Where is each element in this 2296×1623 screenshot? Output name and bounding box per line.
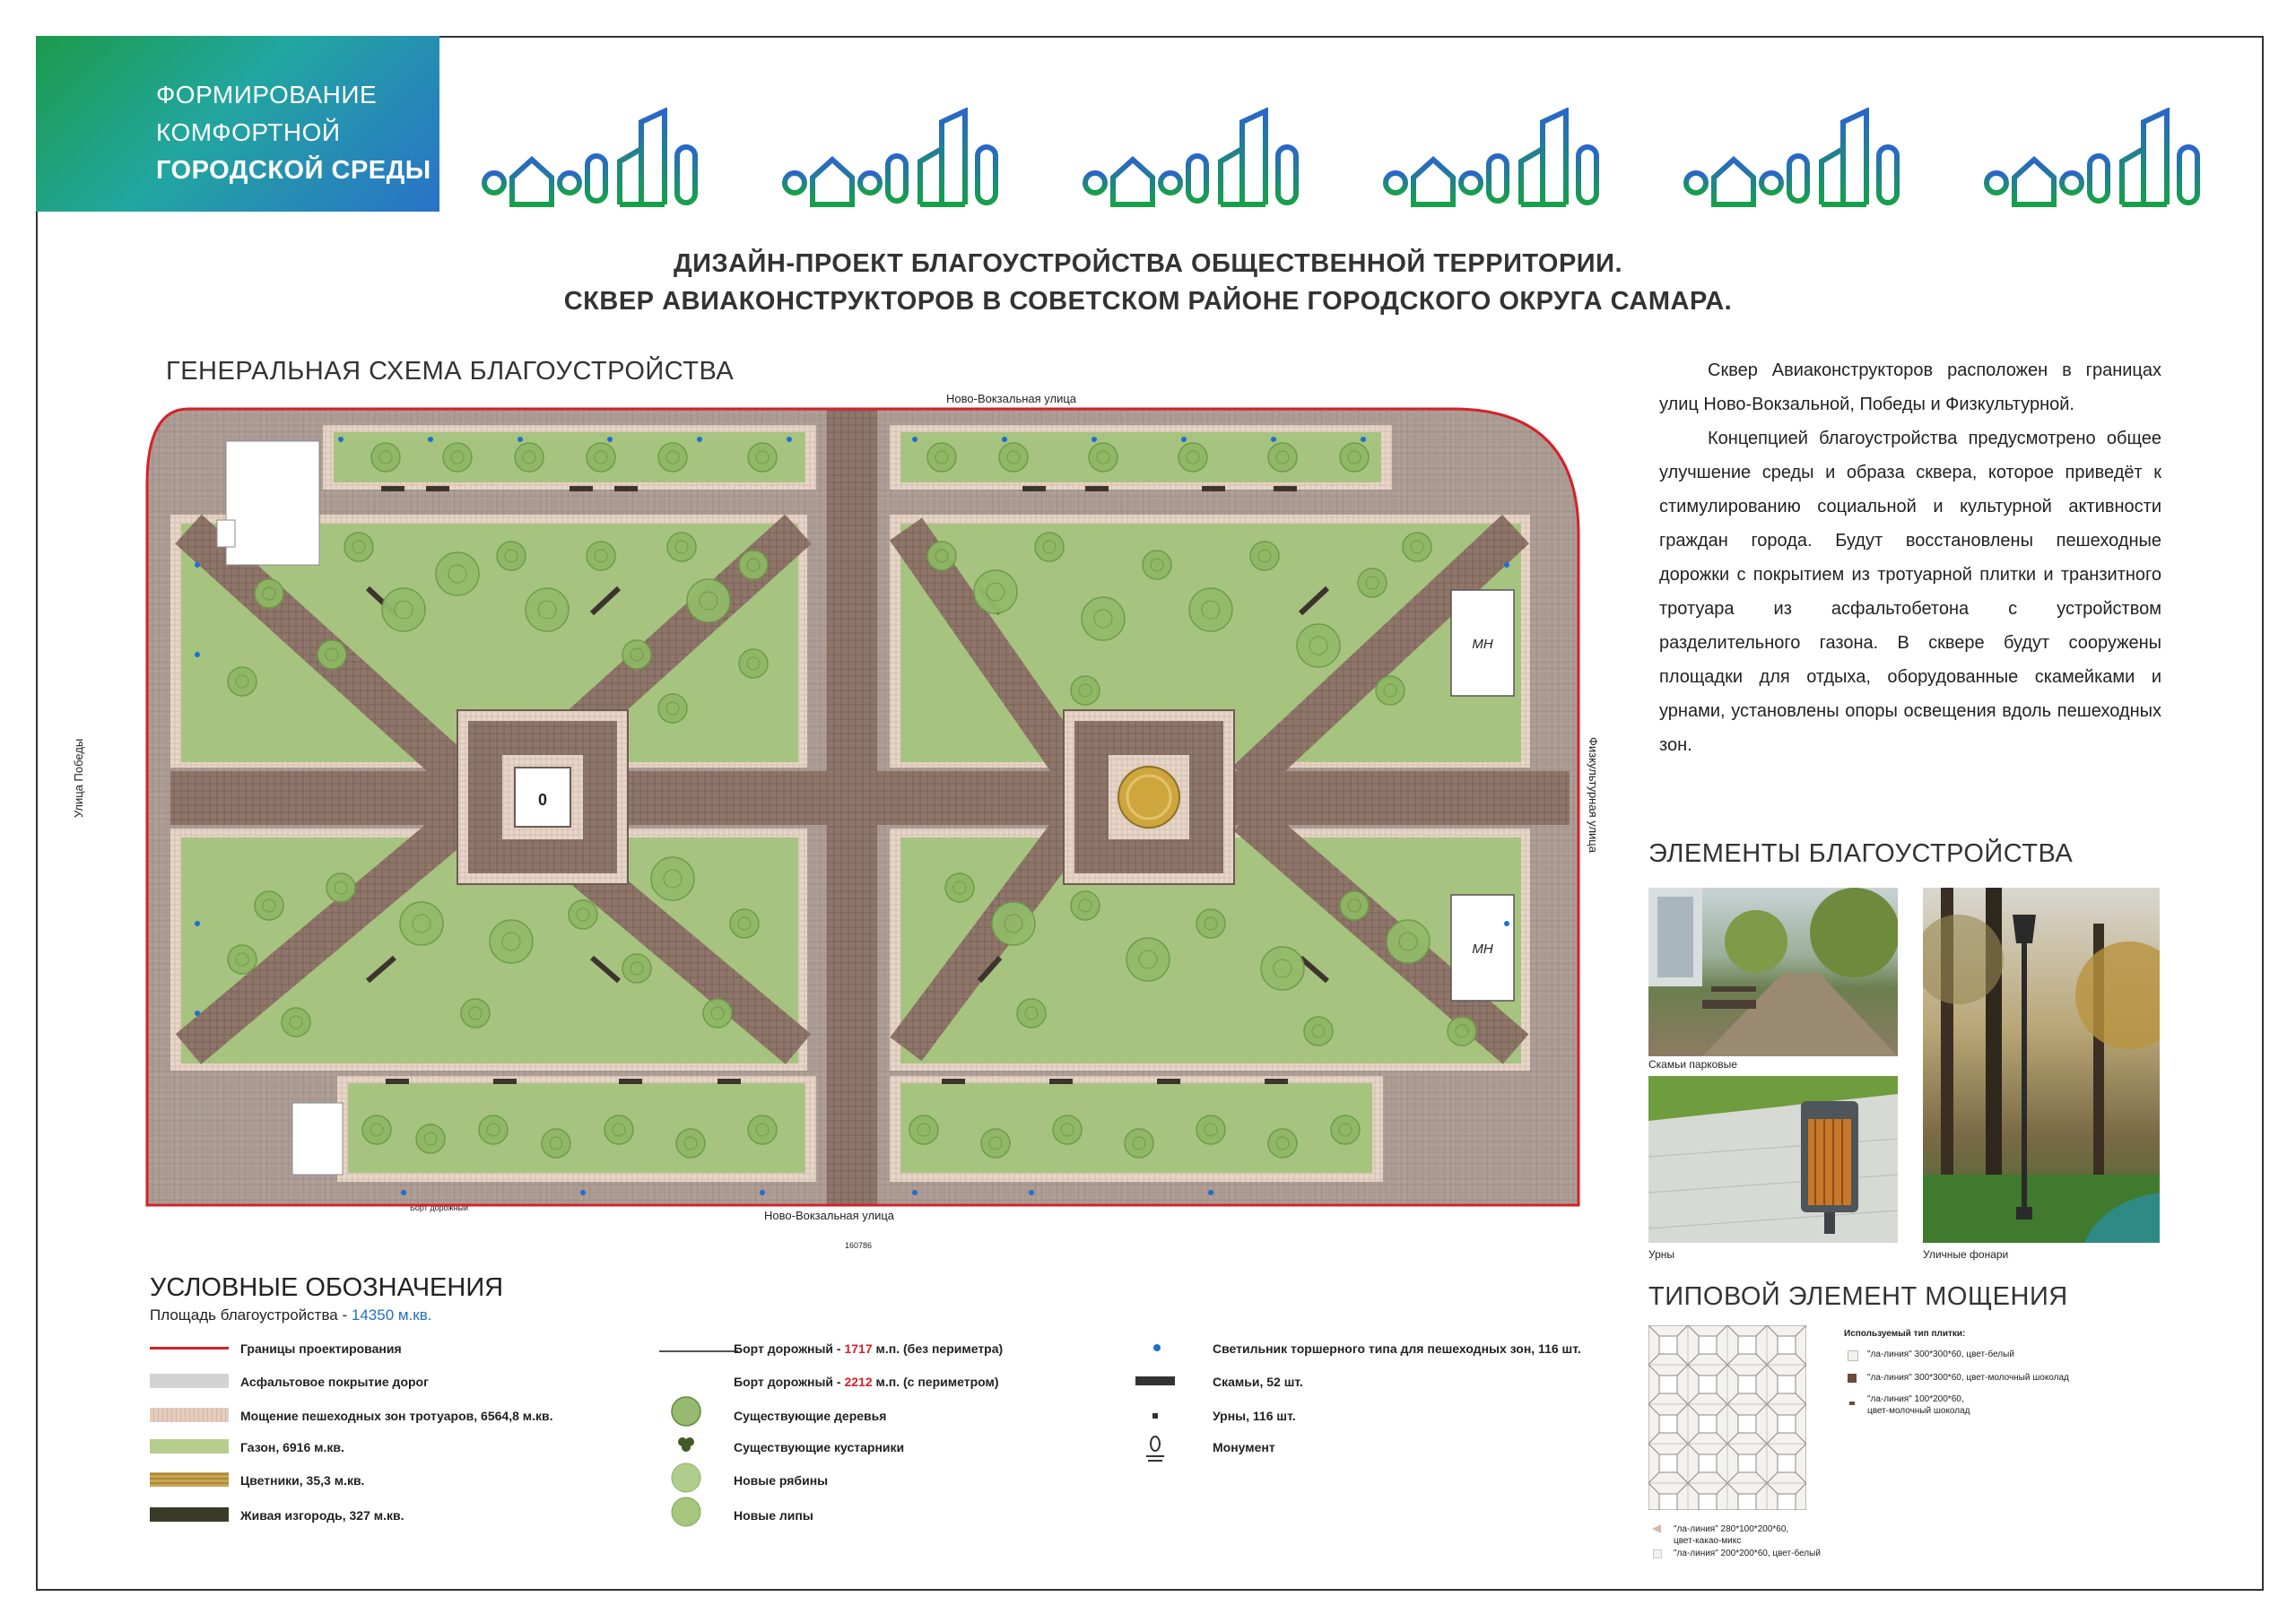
curb-swatch-1 (659, 1350, 738, 1352)
monument-icon (1146, 1436, 1164, 1462)
legend-new-rowans: Новые рябины (734, 1473, 829, 1488)
hedge-swatch (150, 1507, 229, 1522)
tile-types-title: Используемый тип плитки: (1844, 1329, 1966, 1339)
tile-type-1: "ла-линия" 300*300*60, цвет-белый (1867, 1350, 2014, 1359)
brand-line-1: ФОРМИРОВАНИЕ (156, 81, 378, 108)
paving-pattern (1648, 1325, 1806, 1510)
urns-photo (1648, 1076, 1898, 1243)
project-title-line-1: ДИЗАЙН-ПРОЕКТ БЛАГОУСТРОЙСТВА ОБЩЕСТВЕНН… (673, 249, 1623, 278)
paving-heading: ТИПОВОЙ ЭЛЕМЕНТ МОЩЕНИЯ (1648, 1282, 2068, 1311)
paving-swatch (150, 1408, 229, 1422)
boundary-swatch (150, 1347, 229, 1350)
benches-photo (1648, 888, 1898, 1056)
brand-banner: ФОРМИРОВАНИЕ КОМФОРТНОЙ ГОРОДСКОЙ СРЕДЫ (36, 36, 439, 212)
legend-new-lindens: Новые липы (734, 1508, 813, 1523)
skyline-ornament (453, 108, 2256, 208)
flowerbed-swatch (150, 1472, 229, 1487)
legend-existing-trees: Существующие деревья (734, 1409, 887, 1423)
project-title-line-2: СКВЕР АВИАКОНСТРУКТОРОВ В СОВЕТСКОМ РАЙО… (563, 287, 1733, 316)
tile-small-chocolate-swatch (1849, 1402, 1855, 1405)
tile-type-5: "ла-линия" 200*200*60, цвет-белый (1674, 1549, 1821, 1558)
tile-type-4b: цвет-какао-микс (1674, 1536, 1742, 1546)
mn-box-lower: МН (1472, 942, 1492, 957)
tile-type-2: "ла-линия" 300*300*60, цвет-молочный шок… (1867, 1373, 2069, 1383)
lamps-caption: Уличные фонари (1923, 1248, 2009, 1261)
area-value: 14350 м.кв. (351, 1306, 432, 1324)
bench-icon (1135, 1376, 1175, 1385)
existing-tree-icon (671, 1396, 701, 1427)
mn-box-upper: МН (1472, 637, 1492, 652)
benches-caption: Скамьи парковые (1648, 1058, 1737, 1071)
tree-symbols (671, 1396, 701, 1527)
legend-urns: Урны, 116 шт. (1213, 1409, 1296, 1423)
legend-curb-2: Борт дорожный - 2212 м.п. (с периметром) (734, 1375, 999, 1389)
new-rowan-icon (671, 1462, 701, 1493)
urn-icon (1152, 1413, 1158, 1419)
legend-boundary: Границы проектирования (240, 1341, 402, 1356)
new-linden-icon (671, 1497, 701, 1527)
plan-heading: ГЕНЕРАЛЬНАЯ СХЕМА БЛАГОУСТРОЙСТВА (166, 357, 735, 386)
lawn-swatch (150, 1439, 229, 1454)
monument-mark: 0 (538, 791, 547, 809)
street-left-label: Улица Победы (72, 738, 85, 818)
elements-heading: ЭЛЕМЕНТЫ БЛАГОУСТРОЙСТВА (1648, 839, 2074, 868)
legend-curb-1: Борт дорожный - 1717 м.п. (без периметра… (734, 1341, 1004, 1356)
lamp-icon (1153, 1344, 1161, 1351)
asphalt-swatch (150, 1374, 229, 1388)
brand-line-2: КОМФОРТНОЙ (156, 118, 341, 146)
urns-caption: Урны (1648, 1248, 1675, 1261)
lamps-photo (1923, 888, 2160, 1243)
description-paragraph-2: Концепцией благоустройства предусмотрено… (1659, 429, 2161, 755)
legend-lawn: Газон, 6916 м.кв. (240, 1440, 344, 1454)
legend-heading: УСЛОВНЫЕ ОБОЗНАЧЕНИЯ (150, 1273, 504, 1302)
description-paragraph-1: Сквер Авиаконструкторов расположен в гра… (1659, 360, 2161, 414)
existing-shrub-icon (678, 1437, 694, 1452)
legend-paving: Мощение пешеходных зон тротуаров, 6564,8… (240, 1409, 553, 1423)
tile-chocolate-swatch (1848, 1374, 1857, 1383)
tile-type-3a: "ла-линия" 100*200*60, (1867, 1394, 1964, 1404)
brand-line-3: ГОРОДСКОЙ СРЕДЫ (156, 156, 431, 185)
legend-existing-shrubs: Существующие кустарники (734, 1440, 905, 1454)
project-description: Сквер Авиаконструкторов расположен в гра… (1659, 353, 2161, 762)
master-plan: 0 МН МН (145, 407, 1580, 1207)
project-area: Площадь благоустройства - 14350 м.кв. (150, 1306, 431, 1324)
legend-flowerbeds: Цветники, 35,3 м.кв. (240, 1473, 365, 1488)
legend-hedge: Живая изгородь, 327 м.кв. (240, 1508, 404, 1523)
legend-benches: Скамьи, 52 шт. (1213, 1375, 1303, 1389)
tile-type-4a: "ла-линия" 280*100*200*60, (1674, 1524, 1789, 1534)
tile-white-swatch (1848, 1350, 1858, 1361)
legend-asphalt: Асфальтовое покрытие дорог (240, 1375, 429, 1389)
legend-lamps: Светильник торшерного типа для пешеходны… (1213, 1341, 1581, 1356)
tile-type-3b: цвет-молочный шоколад (1867, 1406, 1970, 1416)
area-label: Площадь благоустройства - (150, 1306, 348, 1324)
tile-white-small-swatch (1653, 1549, 1662, 1558)
legend-monument: Монумент (1213, 1440, 1275, 1454)
